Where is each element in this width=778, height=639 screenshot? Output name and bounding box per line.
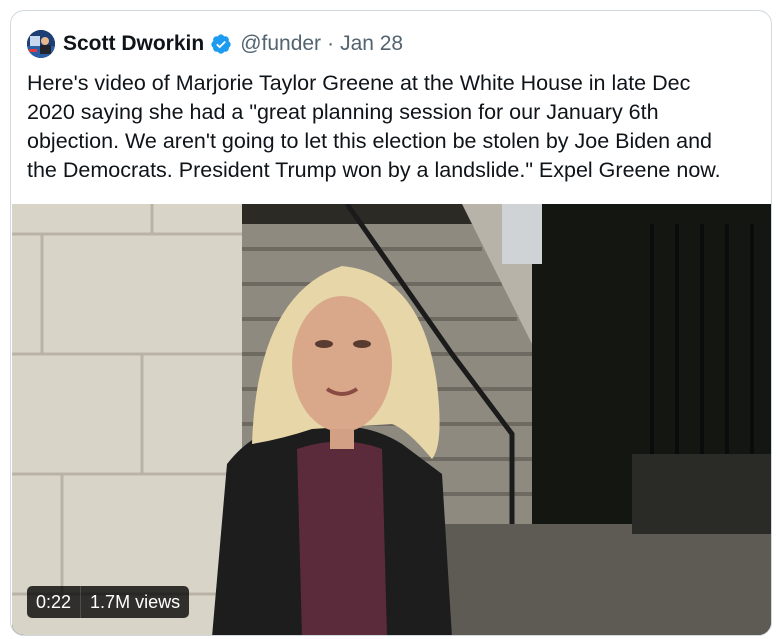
tweet-date[interactable]: Jan 28 <box>340 32 403 56</box>
video-view-count: 1.7M views <box>80 586 190 618</box>
tweet-text-line: objection. We aren't going to let this e… <box>27 129 712 153</box>
video-stats-overlay: 0:22 1.7M views <box>27 586 190 618</box>
avatar[interactable] <box>27 30 55 58</box>
author-handle[interactable]: @funder <box>240 32 321 56</box>
tweet-text: Here's video of Marjorie Taylor Greene a… <box>27 69 757 185</box>
tweet-text-line: the Democrats. President Trump won by a … <box>27 158 721 182</box>
video-player[interactable] <box>12 204 771 635</box>
video-duration: 0:22 <box>27 586 81 618</box>
tweet-header: Scott Dworkin @funder · Jan 28 <box>27 29 403 59</box>
separator-dot: · <box>327 32 335 55</box>
tweet-text-line: Here's video of Marjorie Taylor Greene a… <box>27 71 691 95</box>
verified-badge-icon <box>210 33 232 55</box>
display-name[interactable]: Scott Dworkin <box>63 32 204 56</box>
tweet-text-line: 2020 saying she had a "great planning se… <box>27 100 659 124</box>
tweet-card[interactable]: Scott Dworkin @funder · Jan 28 Here's vi… <box>10 10 772 636</box>
video-frame <box>12 204 771 635</box>
